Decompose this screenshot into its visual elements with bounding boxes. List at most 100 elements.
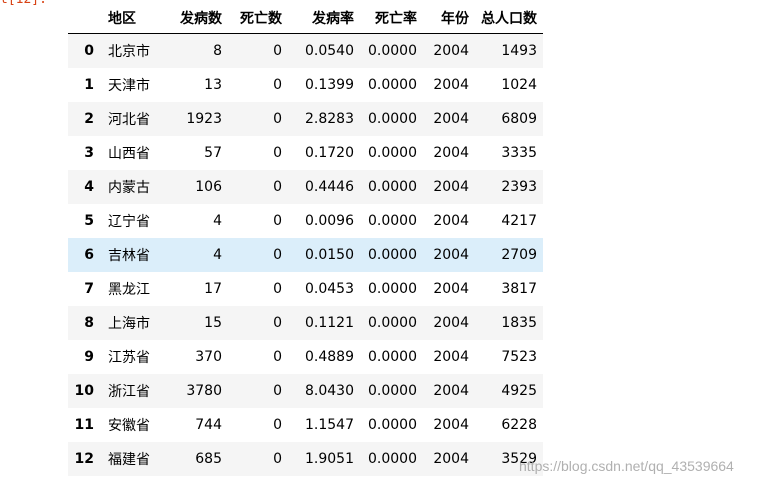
- table-cell: 370: [195, 349, 222, 365]
- table-cell: 3335: [501, 145, 537, 161]
- table-cell: 江苏省: [108, 350, 150, 366]
- table-cell: 4: [213, 213, 222, 229]
- column-header: 总人口数: [475, 2, 543, 34]
- table-cell: 0.0000: [368, 43, 417, 59]
- table-header-row: 地区 发病数 死亡数 发病率 死亡率 年份 总人口数: [68, 2, 543, 34]
- table-cell: 北京市: [108, 44, 150, 60]
- table-cell: 4925: [501, 383, 537, 399]
- table-cell: 0.1720: [305, 145, 354, 161]
- table-cell: 吉林省: [108, 248, 150, 264]
- table-cell: 4: [213, 247, 222, 263]
- table-cell: 3780: [186, 383, 222, 399]
- table-cell: 7523: [501, 349, 537, 365]
- table-cell: 0.0150: [305, 247, 354, 263]
- output-prompt: t[12]:: [0, 0, 47, 8]
- row-index: 11: [74, 417, 94, 433]
- table-cell: 8: [213, 43, 222, 59]
- table-cell: 天津市: [108, 78, 150, 94]
- index-header: [68, 2, 108, 34]
- table-cell: 0.0000: [368, 145, 417, 161]
- table-cell: 1835: [501, 315, 537, 331]
- table-body: 0 北京市 8 0 0.0540 0.0000 2004 1493 1 天津市 13 0 0.1399 0…: [68, 33, 543, 476]
- table-row: 6 吉林省 4 0 0.0150 0.0000 2004 2709: [68, 238, 543, 272]
- row-index: 2: [84, 111, 94, 127]
- table-cell: 0: [273, 43, 282, 59]
- table-cell: 0.0000: [368, 417, 417, 433]
- table-cell: 内蒙古: [108, 180, 150, 196]
- table-cell: 2.8283: [305, 111, 354, 127]
- table-cell: 0.1399: [305, 77, 354, 93]
- table-cell: 0.0000: [368, 451, 417, 467]
- table-cell: 0.4446: [305, 179, 354, 195]
- table-cell: 安徽省: [108, 418, 150, 434]
- dataframe-table: 地区 发病数 死亡数 发病率 死亡率 年份 总人口数 0 北京市 8 0 0.0540 0…: [68, 2, 543, 476]
- table-row: 5 辽宁省 4 0 0.0096 0.0000 2004 4217: [68, 204, 543, 238]
- table-cell: 57: [204, 145, 222, 161]
- table-cell: 2004: [433, 179, 469, 195]
- table-cell: 4217: [501, 213, 537, 229]
- table-cell: 2004: [433, 43, 469, 59]
- table-cell: 15: [204, 315, 222, 331]
- column-header: 死亡数: [228, 2, 288, 34]
- table-row: 1 天津市 13 0 0.1399 0.0000 2004 1024: [68, 68, 543, 102]
- table-cell: 0.0000: [368, 179, 417, 195]
- table-row: 4 内蒙古 106 0 0.4446 0.0000 2004 2393: [68, 170, 543, 204]
- table-cell: 2004: [433, 77, 469, 93]
- row-index: 7: [84, 281, 94, 297]
- table-cell: 2393: [501, 179, 537, 195]
- table-row: 9 江苏省 370 0 0.4889 0.0000 2004 7523: [68, 340, 543, 374]
- table-cell: 山西省: [108, 146, 150, 162]
- table-cell: 0.0453: [305, 281, 354, 297]
- table-cell: 0.0000: [368, 213, 417, 229]
- row-index: 3: [84, 145, 94, 161]
- table-cell: 0: [273, 111, 282, 127]
- table-cell: 3817: [501, 281, 537, 297]
- table-cell: 0.0540: [305, 43, 354, 59]
- table-cell: 744: [195, 417, 222, 433]
- table-cell: 2004: [433, 417, 469, 433]
- table-cell: 0: [273, 145, 282, 161]
- column-header: 地区: [108, 2, 160, 34]
- table-cell: 0.1121: [305, 315, 354, 331]
- table-cell: 6809: [501, 111, 537, 127]
- row-index: 9: [84, 349, 94, 365]
- table-row: 11 安徽省 744 0 1.1547 0.0000 2004 6228: [68, 408, 543, 442]
- table-cell: 0.0000: [368, 77, 417, 93]
- table-cell: 0: [273, 349, 282, 365]
- table-cell: 2004: [433, 145, 469, 161]
- table-cell: 2004: [433, 111, 469, 127]
- table-cell: 1.1547: [305, 417, 354, 433]
- table-cell: 0.0096: [305, 213, 354, 229]
- table-cell: 2004: [433, 213, 469, 229]
- table-row: 7 黑龙江 17 0 0.0453 0.0000 2004 3817: [68, 272, 543, 306]
- row-index: 12: [74, 451, 94, 467]
- table-cell: 河北省: [108, 112, 150, 128]
- table-cell: 0: [273, 281, 282, 297]
- table-cell: 0.0000: [368, 111, 417, 127]
- table-cell: 0: [273, 315, 282, 331]
- row-index: 10: [74, 383, 94, 399]
- table-cell: 上海市: [108, 316, 150, 332]
- table-cell: 2004: [433, 315, 469, 331]
- table-cell: 685: [195, 451, 222, 467]
- table-cell: 福建省: [108, 452, 150, 468]
- table-cell: 0: [273, 213, 282, 229]
- table-cell: 0.0000: [368, 383, 417, 399]
- table-cell: 1.9051: [305, 451, 354, 467]
- table-cell: 0.0000: [368, 247, 417, 263]
- table-row: 10 浙江省 3780 0 8.0430 0.0000 2004 4925: [68, 374, 543, 408]
- table-cell: 2004: [433, 247, 469, 263]
- table-row: 2 河北省 1923 0 2.8283 0.0000 2004 6809: [68, 102, 543, 136]
- table-cell: 0.0000: [368, 349, 417, 365]
- table-cell: 2004: [433, 281, 469, 297]
- table-row: 8 上海市 15 0 0.1121 0.0000 2004 1835: [68, 306, 543, 340]
- column-header: 死亡率: [360, 2, 423, 34]
- table-cell: 0: [273, 383, 282, 399]
- table-cell: 0: [273, 451, 282, 467]
- table-cell: 1923: [186, 111, 222, 127]
- notebook-output-area: t[12]: 地区 发病数 死亡数 发病率 死亡率 年份 总人口数 0 北京市 8 0…: [0, 0, 771, 486]
- table-cell: 0: [273, 417, 282, 433]
- table-cell: 8.0430: [305, 383, 354, 399]
- column-header: 发病率: [288, 2, 360, 34]
- table-cell: 0.0000: [368, 281, 417, 297]
